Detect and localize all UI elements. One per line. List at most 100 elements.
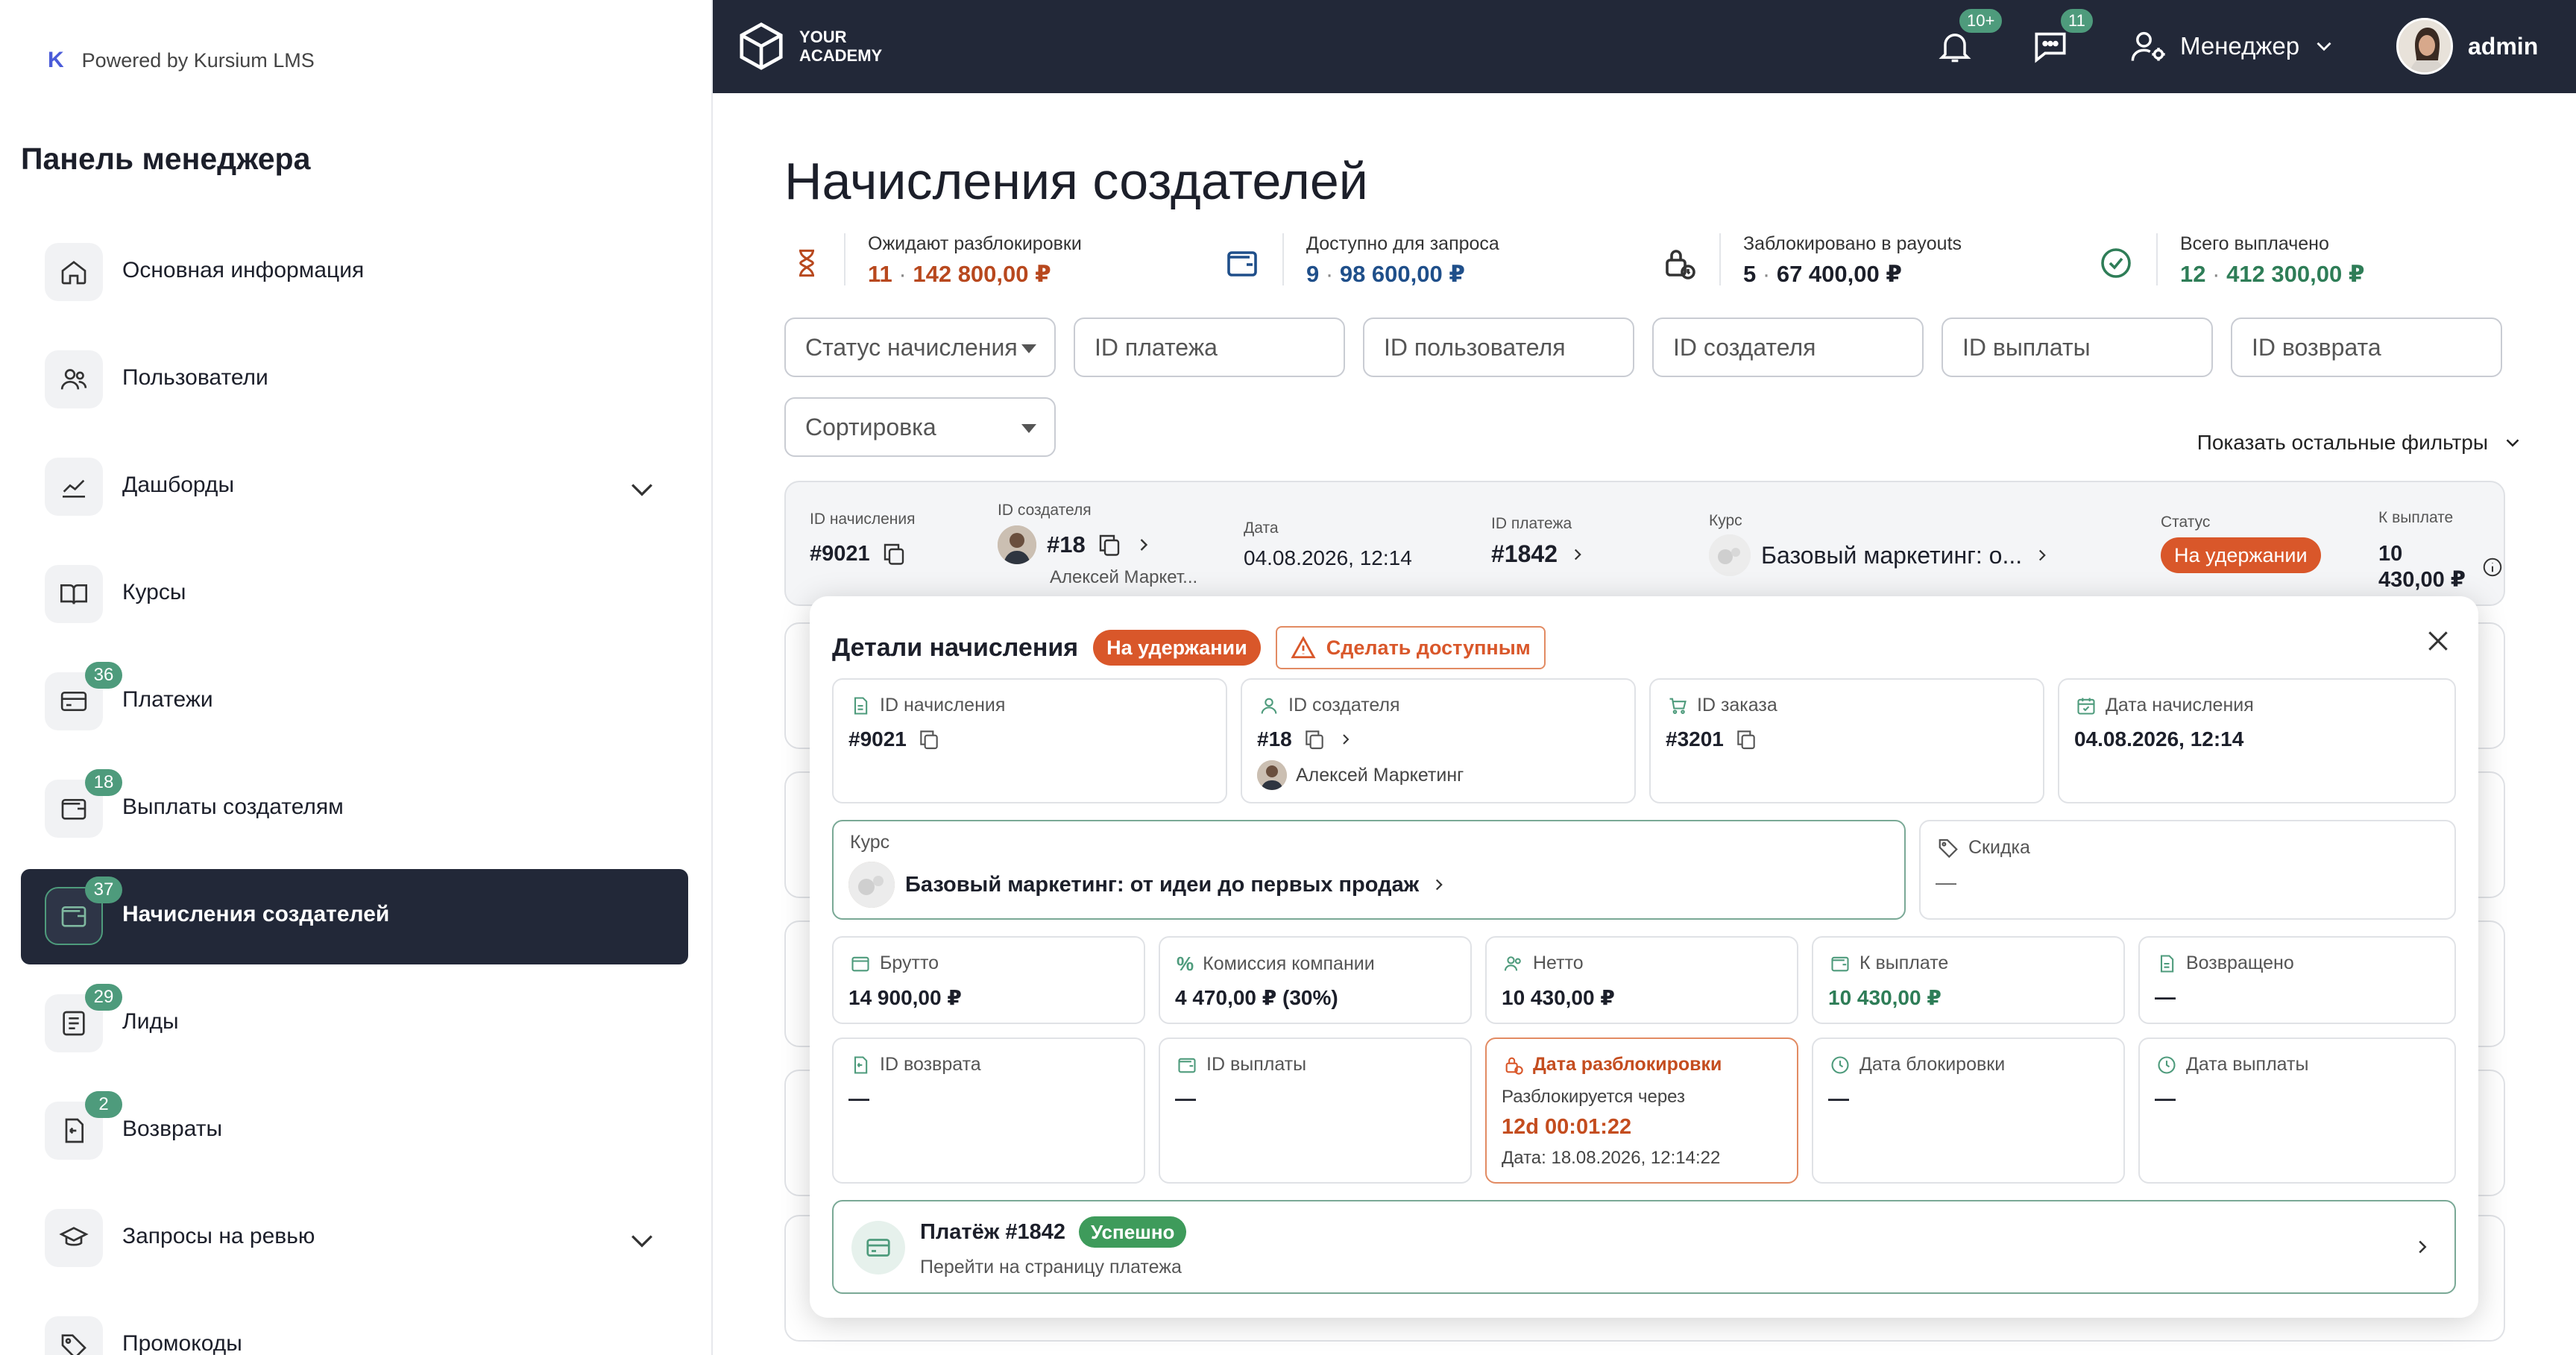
status-filter-select[interactable]: Статус начисления — [784, 318, 1056, 377]
column-header: ID платежа — [1491, 515, 1572, 532]
payment-title: Платёж #1842 — [920, 1219, 1065, 1244]
chevron-right-icon — [2039, 549, 2046, 561]
user-icon — [1261, 698, 1277, 714]
chevron-down-icon — [2317, 42, 2331, 51]
row-payment-id[interactable]: ID платежа #1842 — [1491, 515, 1587, 568]
commission-value: 4 470,00 ₽ (30%) — [1175, 986, 1338, 1009]
status-badge: На удержании — [1093, 630, 1261, 666]
wallet-icon — [1831, 956, 1849, 971]
row-creator-id: ID создателя #18 Алексей Маркет... — [998, 502, 1197, 588]
sort-select[interactable]: Сортировка — [784, 397, 1056, 457]
notifications-badge: 10+ — [1958, 7, 2004, 34]
creator-id-value: #18 — [1047, 531, 1086, 558]
payment-id-value: #1842 — [1491, 540, 1558, 567]
course-box[interactable]: Курс Базовый маркетинг: от идеи до первы… — [832, 820, 1906, 920]
stat-separator: · — [1325, 261, 1334, 287]
stat-separator: · — [1762, 261, 1771, 287]
box-label: ID заказа — [1697, 695, 1777, 716]
wallet-icon — [851, 956, 869, 971]
sidebar-item-label: Выплаты создателям — [122, 795, 344, 819]
stat-label: Всего выплачено — [2180, 233, 2329, 254]
make-available-button[interactable]: Сделать доступным — [1275, 626, 1546, 669]
sidebar-item-promocodes[interactable]: Промокоды — [21, 1298, 688, 1355]
user-menu[interactable]: admin — [2396, 18, 2538, 75]
payment-id-placeholder: ID платежа — [1095, 333, 1218, 361]
sidebar-item-courses[interactable]: Курсы — [21, 547, 688, 642]
row-course[interactable]: Курс Базовый маркетинг: о... — [1709, 512, 2052, 576]
stat-locked: Заблокировано в payouts 5 · 67 400,00 ₽ — [1661, 233, 1962, 288]
sidebar-item-payments[interactable]: 36 Платежи — [21, 654, 688, 750]
chevron-right-icon — [1574, 549, 1581, 560]
credit-card-icon — [851, 1221, 905, 1275]
chevron-right-icon[interactable] — [1133, 534, 1154, 555]
payment-link-card[interactable]: Платёж #1842 Успешно Перейти на страницу… — [832, 1200, 2456, 1294]
tag-icon — [1939, 838, 1958, 859]
refund-id-input[interactable]: ID возврата — [2231, 318, 2502, 377]
refund-document-icon — [854, 1055, 868, 1074]
unlock-date-value: Дата: 18.08.2026, 12:14:22 — [1502, 1148, 1721, 1168]
block-date-box: Дата блокировки — — [1812, 1037, 2125, 1184]
lock-clock-icon — [1505, 1057, 1523, 1075]
box-label: ID возврата — [880, 1054, 981, 1075]
payout-id-input[interactable]: ID выплаты — [1942, 318, 2213, 377]
discount-box: Скидка — — [1919, 820, 2456, 920]
sidebar-item-main-info[interactable]: Основная информация — [21, 225, 688, 320]
creator-name: Алексей Маркет... — [1050, 567, 1198, 587]
sidebar-item-creator-accruals[interactable]: 37 Начисления создателей — [21, 869, 688, 964]
order-id-value: #3201 — [1666, 727, 1724, 751]
sidebar-item-label: Платежи — [122, 687, 213, 712]
chevron-down-icon[interactable] — [626, 1224, 658, 1257]
powered-by-text: Powered by Kursium LMS — [81, 48, 315, 72]
users-icon — [1504, 956, 1521, 970]
user-id-input[interactable]: ID пользователя — [1363, 318, 1634, 377]
sidebar-item-users[interactable]: Пользователи — [21, 332, 688, 428]
accrual-id-value: #9021 — [848, 727, 907, 751]
course-value: Базовый маркетинг: о... — [1761, 541, 2023, 569]
column-header: ID начисления — [810, 511, 916, 528]
tag-icon — [45, 1316, 103, 1355]
accrual-row-selected[interactable]: ID начисления #9021 ID создателя #18 Але… — [784, 481, 2505, 606]
role-switcher[interactable]: Менеджер — [2129, 27, 2337, 66]
stat-pending-unlock: Ожидают разблокировки 11 · 142 800,00 ₽ — [792, 233, 1082, 288]
sidebar-item-review-requests[interactable]: Запросы на ревью — [21, 1191, 688, 1286]
column-header: Статус — [2161, 514, 2211, 531]
copy-icon[interactable] — [1734, 727, 1758, 751]
info-icon[interactable] — [2481, 553, 2504, 581]
copy-icon[interactable] — [917, 727, 941, 751]
unlock-countdown: 12d 00:01:22 — [1502, 1115, 1632, 1139]
payment-id-input[interactable]: ID платежа — [1074, 318, 1345, 377]
chevron-right-icon — [2411, 1236, 2434, 1258]
academy-logo[interactable]: YOUR ACADEMY — [735, 19, 882, 73]
copy-icon[interactable] — [1096, 531, 1123, 558]
cart-icon — [1669, 698, 1687, 714]
sidebar-item-dashboards[interactable]: Дашборды — [21, 440, 688, 535]
box-label: Дата начисления — [2106, 695, 2254, 716]
details-title: Детали начисления — [832, 633, 1079, 662]
copy-icon[interactable] — [881, 540, 907, 567]
accrual-date-box: Дата начисления 04.08.2026, 12:14 — [2058, 678, 2456, 803]
stat-amount: 142 800,00 ₽ — [913, 261, 1051, 287]
sidebar-item-creator-payouts[interactable]: 18 Выплаты создателям — [21, 762, 688, 857]
unlock-date-box: Дата разблокировки Разблокируется через … — [1485, 1037, 1798, 1184]
sidebar-item-label: Запросы на ревью — [122, 1224, 315, 1248]
avatar — [2396, 18, 2453, 75]
show-more-filters-button[interactable]: Показать остальные фильтры — [2197, 431, 2524, 455]
make-available-label: Сделать доступным — [1326, 636, 1531, 659]
topbar: YOUR ACADEMY 10+ 11 Менеджер admin — [713, 0, 2576, 93]
sidebar-item-leads[interactable]: 29 Лиды — [21, 976, 688, 1072]
lock-clock-icon — [1666, 250, 1695, 279]
sidebar-item-label: Начисления создателей — [122, 902, 390, 926]
sidebar-item-refunds[interactable]: 2 Возвраты — [21, 1084, 688, 1179]
payout-date-value: — — [2155, 1087, 2176, 1110]
copy-icon[interactable] — [1303, 727, 1326, 751]
refund-id-value: — — [848, 1087, 869, 1110]
sidebar-item-label: Лиды — [122, 1009, 179, 1034]
chevron-down-icon[interactable] — [626, 473, 658, 505]
creator-id-input[interactable]: ID создателя — [1652, 318, 1924, 377]
close-icon[interactable] — [2423, 626, 2453, 656]
box-label: Брутто — [880, 953, 939, 973]
sidebar-item-label: Пользователи — [122, 365, 268, 390]
chevron-right-icon[interactable] — [1337, 730, 1355, 748]
box-label: ID создателя — [1288, 695, 1400, 716]
chevron-right-icon — [1436, 879, 1443, 891]
